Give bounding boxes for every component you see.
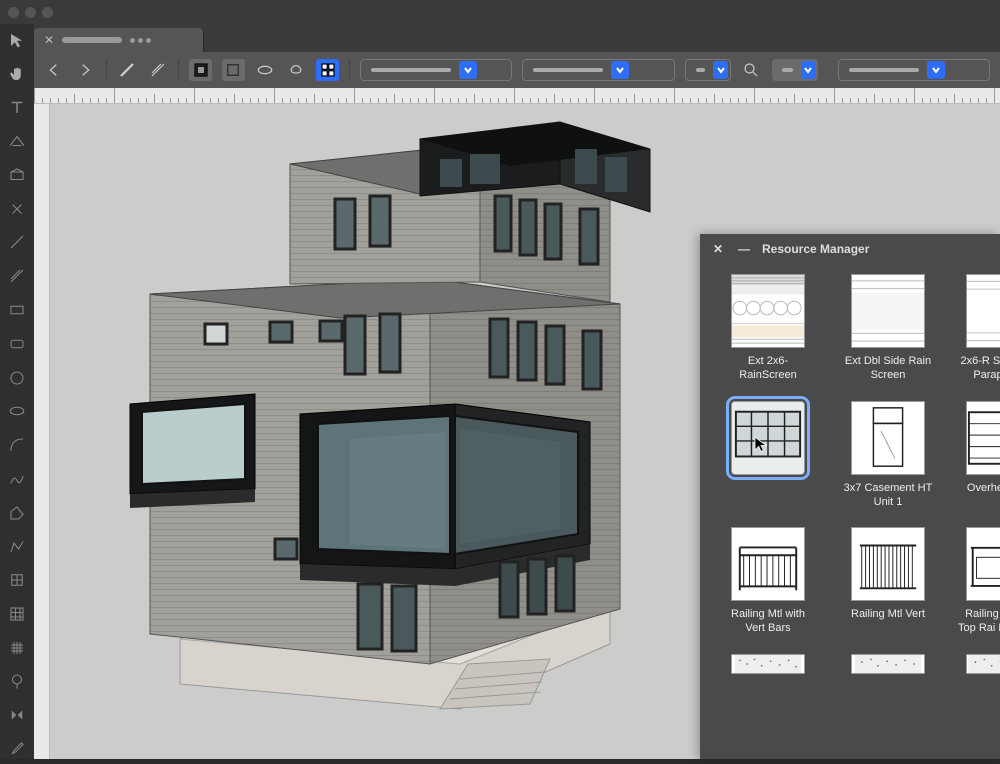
resource-manager-palette[interactable]: ✕ — Resource Manager Ext 2x6-RainScreen <box>700 234 1000 759</box>
resource-item[interactable]: Ext Dbl Side Rain Screen <box>838 274 938 383</box>
nav-back-icon[interactable] <box>44 59 65 81</box>
polygon-tool-icon[interactable] <box>6 503 28 523</box>
document-tab-label <box>62 37 122 43</box>
callout-tool-icon[interactable] <box>6 672 28 692</box>
resource-thumbnail <box>851 527 925 601</box>
resource-thumbnail <box>966 527 1000 601</box>
hatch-tool-icon[interactable] <box>6 638 28 658</box>
traffic-zoom[interactable] <box>42 7 53 18</box>
palette-close-icon[interactable]: ✕ <box>710 241 726 257</box>
ellipse-tool-icon[interactable] <box>6 401 28 421</box>
resource-thumbnail <box>851 401 925 475</box>
circle-tool-icon[interactable] <box>6 368 28 388</box>
traffic-minimize[interactable] <box>25 7 36 18</box>
horizontal-ruler <box>34 88 1000 104</box>
freehand-tool-icon[interactable] <box>6 469 28 489</box>
zoom-dropdown[interactable] <box>772 59 818 81</box>
resource-label: 2x6-R Scre Parap <box>958 354 1000 383</box>
resource-item[interactable]: Railing Mtl with Vert Bars <box>718 527 818 636</box>
resource-item-selected[interactable] <box>718 401 818 510</box>
door-tool-icon[interactable] <box>6 570 28 590</box>
close-tab-icon[interactable]: ✕ <box>44 33 54 47</box>
resource-thumbnail <box>851 654 925 674</box>
resource-thumbnail <box>731 274 805 348</box>
resource-item[interactable]: Railing M Top Rai Pan <box>958 527 1000 636</box>
search-icon[interactable] <box>741 59 762 81</box>
resource-item[interactable]: 2x6-R Scre Parap <box>958 274 1000 383</box>
resource-thumbnail <box>731 654 805 674</box>
resource-thumbnail <box>966 401 1000 475</box>
text-tool-icon[interactable] <box>6 98 28 118</box>
ellipse-mode-icon[interactable] <box>255 59 276 81</box>
document-tab-bar: ✕ <box>34 24 1000 52</box>
view-dropdown[interactable] <box>685 59 731 81</box>
resource-item[interactable] <box>838 654 938 674</box>
mode-double-icon[interactable] <box>147 59 168 81</box>
resource-label: Railing Mtl Vert <box>851 607 925 621</box>
double-line-tool-icon[interactable] <box>6 266 28 286</box>
wall-tool-icon[interactable] <box>6 165 28 185</box>
rectangle-tool-icon[interactable] <box>6 300 28 320</box>
tab-modified-indicator <box>130 38 151 43</box>
render-dropdown[interactable] <box>838 59 990 81</box>
tool-palette <box>0 24 34 759</box>
palette-header[interactable]: ✕ — Resource Manager <box>700 234 1000 264</box>
selection-tool-icon[interactable] <box>6 30 28 50</box>
traffic-close[interactable] <box>8 7 19 18</box>
resource-label: 3x7 Casement HT Unit 1 <box>841 481 935 510</box>
resource-item[interactable] <box>718 654 818 674</box>
eyedropper-tool-icon[interactable] <box>6 739 28 759</box>
resource-label: Ext Dbl Side Rain Screen <box>841 354 935 383</box>
arc-tool-icon[interactable] <box>6 435 28 455</box>
resource-label: Railing Mtl with Vert Bars <box>721 607 815 636</box>
class-dropdown[interactable] <box>360 59 512 81</box>
title-bar <box>0 0 1000 24</box>
outline-mode-icon[interactable] <box>222 59 245 81</box>
mode-single-icon[interactable] <box>117 59 138 81</box>
resource-item[interactable]: Ext 2x6-RainScreen <box>718 274 818 383</box>
delete-tool-icon[interactable] <box>6 199 28 219</box>
resource-label: Railing M Top Rai Pan <box>958 607 1000 636</box>
resource-item[interactable]: 3x7 Casement HT Unit 1 <box>838 401 938 510</box>
resource-thumbnail <box>966 654 1000 674</box>
document-tab[interactable]: ✕ <box>34 28 204 52</box>
dimension-tool-icon[interactable] <box>6 131 28 151</box>
resource-grid: Ext 2x6-RainScreen Ext Dbl Side Rain Scr… <box>700 264 1000 759</box>
polyline-tool-icon[interactable] <box>6 536 28 556</box>
resource-label: Overhea <box>967 481 1000 495</box>
mirror-tool-icon[interactable] <box>6 705 28 725</box>
resource-thumbnail <box>731 401 805 475</box>
resource-thumbnail <box>851 274 925 348</box>
line-tool-icon[interactable] <box>6 233 28 253</box>
mode-bar <box>34 52 1000 88</box>
nav-forward-icon[interactable] <box>75 59 96 81</box>
resource-thumbnail <box>966 274 1000 348</box>
resource-item[interactable]: Railing Mtl Vert <box>838 527 938 636</box>
rounded-rect-tool-icon[interactable] <box>6 334 28 354</box>
layer-dropdown[interactable] <box>522 59 674 81</box>
palette-title: Resource Manager <box>762 242 869 256</box>
resource-item[interactable]: Overhea <box>958 401 1000 510</box>
resource-label: Ext 2x6-RainScreen <box>721 354 815 383</box>
grid-mode-icon[interactable] <box>316 59 339 81</box>
vertical-ruler <box>34 104 50 759</box>
palette-minimize-icon[interactable]: — <box>736 241 752 257</box>
pan-tool-icon[interactable] <box>6 64 28 84</box>
fill-mode-icon[interactable] <box>189 59 212 81</box>
lasso-mode-icon[interactable] <box>286 59 307 81</box>
resource-item[interactable] <box>958 654 1000 674</box>
resource-thumbnail <box>731 527 805 601</box>
window-tool-icon[interactable] <box>6 604 28 624</box>
